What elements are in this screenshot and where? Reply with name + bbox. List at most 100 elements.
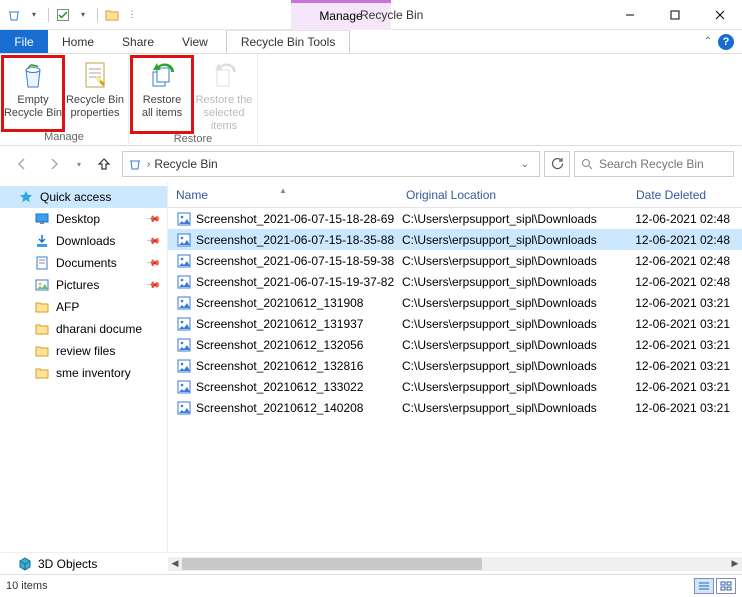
file-name: Screenshot_2021-06-07-15-18-35-88: [196, 233, 402, 247]
scroll-left-icon[interactable]: ◀: [168, 557, 182, 571]
recycle-bin-properties-button[interactable]: Recycle Bin properties: [64, 56, 126, 131]
scroll-track[interactable]: [182, 557, 728, 571]
file-row[interactable]: Screenshot_2021-06-07-15-18-28-69C:\User…: [168, 208, 742, 229]
column-header-date-deleted[interactable]: Date Deleted: [628, 188, 742, 202]
sidebar-item[interactable]: Desktop📌: [0, 208, 167, 230]
navigation-pane: Quick access Desktop📌Downloads📌Documents…: [0, 182, 168, 552]
label-line1: Restore the: [196, 94, 253, 107]
search-icon: [581, 158, 593, 170]
details-view-button[interactable]: [694, 578, 714, 594]
restore-all-items-button[interactable]: Restore all items: [131, 56, 193, 133]
thumbnails-view-button[interactable]: [716, 578, 736, 594]
share-tab[interactable]: Share: [108, 30, 168, 53]
file-original-location: C:\Users\erpsupport_sipl\Downloads: [402, 212, 632, 226]
file-name: Screenshot_20210612_132816: [196, 359, 402, 373]
group-label: Restore: [174, 133, 213, 147]
back-button[interactable]: [8, 150, 36, 178]
file-row[interactable]: Screenshot_2021-06-07-15-18-35-88C:\User…: [168, 229, 742, 250]
file-original-location: C:\Users\erpsupport_sipl\Downloads: [402, 317, 632, 331]
sidebar-item-3d-objects[interactable]: 3D Objects: [0, 557, 168, 571]
file-row[interactable]: Screenshot_20210612_133022C:\Users\erpsu…: [168, 376, 742, 397]
file-name: Screenshot_2021-06-07-15-19-37-82: [196, 275, 402, 289]
pictures-icon: [34, 277, 50, 293]
checkbox-checked-icon[interactable]: [55, 7, 71, 23]
chevron-right-icon[interactable]: ›: [147, 159, 150, 170]
image-file-icon: [176, 274, 192, 290]
minimize-button[interactable]: [607, 0, 652, 30]
sidebar-item[interactable]: Documents📌: [0, 252, 167, 274]
file-row[interactable]: Screenshot_20210612_132816C:\Users\erpsu…: [168, 355, 742, 376]
sidebar-item[interactable]: Downloads📌: [0, 230, 167, 252]
scroll-right-icon[interactable]: ▶: [728, 557, 742, 571]
horizontal-scrollbar[interactable]: ◀ ▶: [168, 557, 742, 571]
label-line2: selected items: [193, 107, 255, 133]
file-row[interactable]: Screenshot_20210612_131937C:\Users\erpsu…: [168, 313, 742, 334]
sidebar-item[interactable]: AFP: [0, 296, 167, 318]
pin-icon: 📌: [146, 277, 162, 293]
qat-dropdown-icon[interactable]: ▾: [75, 7, 91, 23]
sidebar-item-label: dharani docume: [56, 322, 142, 336]
content-area: Quick access Desktop📌Downloads📌Documents…: [0, 182, 742, 552]
sidebar-item-label: Pictures: [56, 278, 99, 292]
maximize-button[interactable]: [652, 0, 697, 30]
file-row[interactable]: Screenshot_20210612_140208C:\Users\erpsu…: [168, 397, 742, 418]
sidebar-item[interactable]: review files: [0, 340, 167, 362]
view-tab[interactable]: View: [168, 30, 222, 53]
sidebar-quick-access[interactable]: Quick access: [0, 186, 167, 208]
file-date-deleted: 12-06-2021 03:21: [632, 296, 742, 310]
sidebar-item[interactable]: dharani docume: [0, 318, 167, 340]
file-original-location: C:\Users\erpsupport_sipl\Downloads: [402, 359, 632, 373]
restore-selected-items-button: Restore the selected items: [193, 56, 255, 133]
qat-customize-icon[interactable]: ⋮: [124, 7, 140, 23]
up-button[interactable]: [90, 150, 118, 178]
documents-icon: [34, 255, 50, 271]
search-box[interactable]: [574, 151, 734, 177]
file-row[interactable]: Screenshot_20210612_131908C:\Users\erpsu…: [168, 292, 742, 313]
new-folder-icon[interactable]: [104, 7, 120, 23]
empty-recycle-bin-button[interactable]: Empty Recycle Bin: [2, 56, 64, 131]
history-dropdown-icon[interactable]: ▾: [72, 150, 86, 178]
search-input[interactable]: [599, 157, 742, 171]
file-row[interactable]: Screenshot_2021-06-07-15-18-59-38C:\User…: [168, 250, 742, 271]
refresh-button[interactable]: [544, 151, 570, 177]
file-name: Screenshot_20210612_140208: [196, 401, 402, 415]
breadcrumb-location[interactable]: Recycle Bin: [154, 157, 217, 171]
window-controls: [607, 0, 742, 30]
home-tab[interactable]: Home: [48, 30, 108, 53]
recycle-bin-tools-tab[interactable]: Recycle Bin Tools: [226, 30, 351, 53]
properties-icon: [79, 60, 111, 92]
file-row[interactable]: Screenshot_20210612_132056C:\Users\erpsu…: [168, 334, 742, 355]
sidebar-item-label: Documents: [56, 256, 117, 270]
address-dropdown-icon[interactable]: ⌄: [515, 159, 535, 170]
pin-icon: 📌: [146, 233, 162, 249]
label-line1: Recycle Bin: [66, 94, 124, 107]
label-line1: Empty: [17, 94, 48, 107]
help-icon[interactable]: ?: [718, 34, 734, 50]
forward-button[interactable]: [40, 150, 68, 178]
group-label: Manage: [44, 131, 84, 145]
label-line1: Restore: [143, 94, 182, 107]
file-name: Screenshot_20210612_131908: [196, 296, 402, 310]
file-date-deleted: 12-06-2021 02:48: [632, 275, 742, 289]
file-tab[interactable]: File: [0, 30, 48, 53]
folder-icon: [34, 299, 50, 315]
item-count: 10 items: [6, 580, 48, 592]
pin-icon: 📌: [146, 211, 162, 227]
column-header-original-location[interactable]: Original Location: [398, 188, 628, 202]
column-header-name[interactable]: ▲ Name: [168, 188, 398, 202]
file-row[interactable]: Screenshot_2021-06-07-15-19-37-82C:\User…: [168, 271, 742, 292]
minimize-ribbon-icon[interactable]: ⌃: [704, 36, 712, 47]
qat-dropdown-icon[interactable]: ▾: [26, 7, 42, 23]
separator: [97, 8, 98, 22]
sidebar-item[interactable]: sme inventory: [0, 362, 167, 384]
address-bar[interactable]: › Recycle Bin ⌄: [122, 151, 540, 177]
file-date-deleted: 12-06-2021 02:48: [632, 254, 742, 268]
sidebar-item[interactable]: Pictures 📌: [0, 274, 167, 296]
file-original-location: C:\Users\erpsupport_sipl\Downloads: [402, 401, 632, 415]
scroll-thumb[interactable]: [182, 558, 482, 570]
recycle-bin-icon: [127, 156, 143, 172]
label-line2: all items: [142, 107, 182, 120]
image-file-icon: [176, 337, 192, 353]
close-button[interactable]: [697, 0, 742, 30]
file-list: Screenshot_2021-06-07-15-18-28-69C:\User…: [168, 208, 742, 552]
